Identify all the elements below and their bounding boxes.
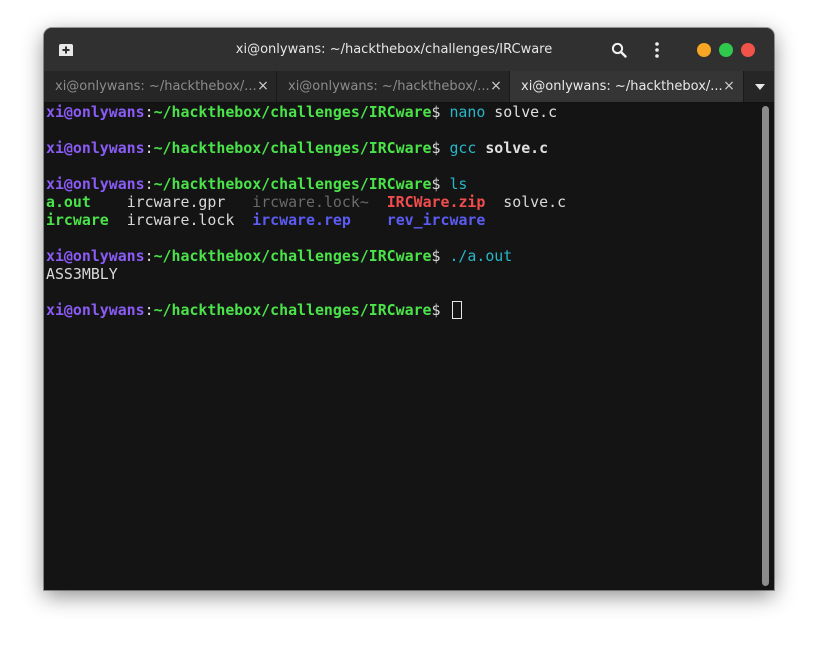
terminal-line: xi@onlywans:~/hackthebox/challenges/IRCw… <box>46 301 762 319</box>
chevron-down-icon <box>755 83 765 90</box>
close-button[interactable] <box>741 43 755 57</box>
command: ls <box>449 175 468 193</box>
prompt-path: ~/hackthebox/challenges/IRCware <box>153 175 432 193</box>
prompt-path: ~/hackthebox/challenges/IRCware <box>153 247 432 265</box>
terminal-line: xi@onlywans:~/hackthebox/challenges/IRCw… <box>46 247 762 265</box>
prompt-sign: $ <box>431 175 450 193</box>
tab-1[interactable]: xi@onlywans: ~/hackthebox/... × <box>44 71 277 102</box>
ls-entry: IRCWare.zip <box>386 193 486 211</box>
minimize-button[interactable] <box>697 43 711 57</box>
terminal-line: xi@onlywans:~/hackthebox/challenges/IRCw… <box>46 139 762 157</box>
prompt-path: ~/hackthebox/challenges/IRCware <box>153 301 432 319</box>
ls-entry: ircware.rep <box>252 211 351 229</box>
terminal-line: xi@onlywans:~/hackthebox/challenges/IRCw… <box>46 175 762 193</box>
ls-entry: ircware.lock <box>126 211 235 229</box>
terminal-output[interactable]: xi@onlywans:~/hackthebox/challenges/IRCw… <box>44 103 762 590</box>
window-title: xi@onlywans: ~/hackthebox/challenges/IRC… <box>235 42 553 57</box>
ls-output-row: a.out ircware.gpr ircware.lock~ IRCWare.… <box>46 193 762 211</box>
tab-3-label: xi@onlywans: ~/hackthebox/... <box>521 79 723 94</box>
prompt-user-host: xi@onlywans <box>46 175 145 193</box>
ls-entry: a.out <box>46 193 91 211</box>
menu-button[interactable] <box>647 40 667 60</box>
ls-entry: rev_ircware <box>386 211 486 229</box>
kebab-menu-icon <box>655 42 659 58</box>
text-cursor <box>452 301 463 319</box>
prompt-user-host: xi@onlywans <box>46 103 145 121</box>
prompt-sign: $ <box>431 103 450 121</box>
search-icon <box>611 42 627 58</box>
prompt-user-host: xi@onlywans <box>46 139 145 157</box>
tab-1-close-icon[interactable]: × <box>255 71 271 102</box>
terminal-line: xi@onlywans:~/hackthebox/challenges/IRCw… <box>46 103 762 121</box>
prompt-separator: : <box>144 103 154 121</box>
prompt-separator: : <box>144 301 154 319</box>
tab-bar: xi@onlywans: ~/hackthebox/... × xi@onlyw… <box>44 71 774 103</box>
prompt-path: ~/hackthebox/challenges/IRCware <box>153 103 432 121</box>
command: gcc <box>449 139 477 157</box>
prompt-user-host: xi@onlywans <box>46 247 145 265</box>
terminal-window: xi@onlywans: ~/hackthebox/challenges/IRC… <box>44 28 774 590</box>
scrollbar-thumb[interactable] <box>762 106 769 586</box>
command: nano <box>449 103 486 121</box>
tab-3[interactable]: xi@onlywans: ~/hackthebox/... × <box>510 71 744 102</box>
tab-1-label: xi@onlywans: ~/hackthebox/... <box>55 79 257 94</box>
tab-2-close-icon[interactable]: × <box>488 71 504 102</box>
command-arg: solve.c <box>485 103 558 121</box>
tab-list-button[interactable] <box>746 71 774 102</box>
prompt-sign: $ <box>431 139 450 157</box>
ls-entry: ircware.lock~ <box>252 193 369 211</box>
ls-entry: ircware <box>46 211 109 229</box>
scrollbar[interactable] <box>760 103 774 590</box>
titlebar: xi@onlywans: ~/hackthebox/challenges/IRC… <box>44 28 774 71</box>
prompt-sign: $ <box>431 301 450 319</box>
prompt-user-host: xi@onlywans <box>46 301 145 319</box>
ls-entry: ircware.gpr <box>126 193 226 211</box>
prompt-separator: : <box>144 247 154 265</box>
prompt-sign: $ <box>431 247 450 265</box>
prompt-path: ~/hackthebox/challenges/IRCware <box>153 139 432 157</box>
program-output: ASS3MBLY <box>46 265 762 283</box>
ls-entry: solve.c <box>503 193 567 211</box>
tab-2[interactable]: xi@onlywans: ~/hackthebox/... × <box>277 71 510 102</box>
command-arg: solve.c <box>485 139 549 157</box>
tab-3-close-icon[interactable]: × <box>721 71 737 102</box>
command: ./a.out <box>449 247 513 265</box>
maximize-button[interactable] <box>719 43 733 57</box>
prompt-separator: : <box>144 139 154 157</box>
new-tab-button[interactable] <box>56 40 76 60</box>
prompt-separator: : <box>144 175 154 193</box>
output-text: ASS3MBLY <box>46 265 118 283</box>
tab-2-label: xi@onlywans: ~/hackthebox/... <box>288 79 490 94</box>
new-tab-icon <box>59 44 73 56</box>
search-button[interactable] <box>609 40 629 60</box>
ls-output-row: ircware ircware.lock ircware.rep rev_irc… <box>46 211 762 229</box>
